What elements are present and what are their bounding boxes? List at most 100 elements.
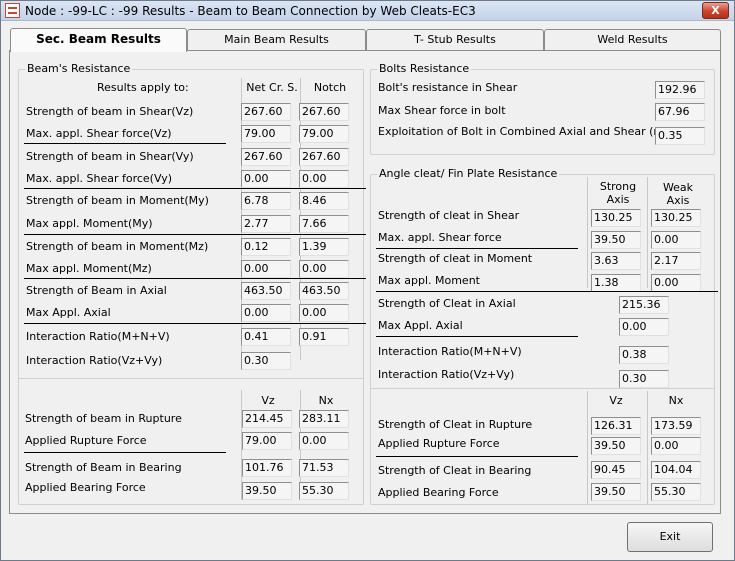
tab-sec-beam-results[interactable]: Sec. Beam Results bbox=[10, 28, 187, 52]
value-field: 173.59 bbox=[651, 417, 701, 435]
window-title: Node : -99-LC : -99 Results - Beam to Be… bbox=[25, 4, 476, 18]
row-label: Exploitation of Bolt in Combined Axial a… bbox=[378, 125, 684, 138]
value-field: 267.60 bbox=[241, 148, 291, 166]
value-field: 130.25 bbox=[651, 209, 701, 227]
value-field: 90.45 bbox=[591, 461, 641, 479]
row-label: Applied Bearing Force bbox=[25, 481, 146, 494]
value-field: 7.66 bbox=[299, 215, 349, 233]
value-field: 6.78 bbox=[241, 192, 291, 210]
value-field: 0.00 bbox=[299, 260, 349, 278]
row-label: Strength of beam in Moment(My) bbox=[26, 194, 209, 207]
row-label: Strength of Cleat in Bearing bbox=[378, 464, 532, 477]
value-field: 0.00 bbox=[651, 231, 701, 249]
value-field: 463.50 bbox=[241, 282, 291, 300]
value-field: 215.36 bbox=[619, 296, 669, 314]
row-label: Max. appl. Shear force(Vy) bbox=[26, 172, 172, 185]
cleat-resistance-group: Angle cleat/ Fin Plate Resistance Strong… bbox=[370, 167, 718, 505]
beam-resistance-title: Beam's Resistance bbox=[25, 62, 133, 75]
row-label: Strength of beam in Shear(Vy) bbox=[26, 150, 194, 163]
value-field: 0.00 bbox=[619, 318, 669, 336]
row-label: Max Shear force in bolt bbox=[378, 104, 506, 117]
header-nx: Nx bbox=[318, 394, 334, 407]
tab-t-stub-results[interactable]: T- Stub Results bbox=[366, 29, 544, 51]
value-field: 267.60 bbox=[299, 103, 349, 121]
value-field: 39.50 bbox=[242, 482, 292, 500]
value-field: 0.00 bbox=[299, 432, 349, 450]
row-label: Strength of Cleat in Axial bbox=[378, 297, 516, 310]
row-label: Interaction Ratio(M+N+V) bbox=[26, 330, 170, 343]
row-label: Max Appl. Axial bbox=[378, 319, 463, 332]
value-field: 55.30 bbox=[651, 483, 701, 501]
bolts-resistance-group: Bolts Resistance Bolt's resistance in Sh… bbox=[370, 62, 715, 155]
header-weak-axis: Weak Axis bbox=[662, 181, 694, 207]
row-label: Strength of beam in Shear(Vz) bbox=[26, 105, 194, 118]
value-field: 79.00 bbox=[242, 432, 292, 450]
value-field: 463.50 bbox=[299, 282, 349, 300]
row-label: Strength of cleat in Shear bbox=[378, 209, 520, 222]
header-net-cr-s: Net Cr. S. bbox=[246, 81, 298, 94]
row-label: Strength of beam in Moment(Mz) bbox=[26, 240, 209, 253]
value-field: 39.50 bbox=[591, 483, 641, 501]
value-field: 126.31 bbox=[591, 417, 641, 435]
exit-button[interactable]: Exit bbox=[627, 522, 713, 552]
value-field: 267.60 bbox=[241, 103, 291, 121]
value-field: 267.60 bbox=[299, 148, 349, 166]
value-field: 192.96 bbox=[655, 81, 705, 99]
header-strong-axis: Strong Axis bbox=[599, 180, 637, 206]
value-field: 0.91 bbox=[299, 328, 349, 346]
value-field: 1.38 bbox=[591, 274, 641, 292]
row-label: Max appl. Moment(Mz) bbox=[26, 262, 152, 275]
value-field: 101.76 bbox=[242, 459, 292, 477]
row-label: Max Appl. Axial bbox=[26, 306, 111, 319]
value-field: 67.96 bbox=[655, 103, 705, 121]
value-field: 0.00 bbox=[651, 437, 701, 455]
row-label: Max. appl. Shear force(Vz) bbox=[26, 127, 172, 140]
value-field: 0.00 bbox=[651, 274, 701, 292]
value-field: 214.45 bbox=[242, 410, 292, 428]
value-field: 55.30 bbox=[299, 482, 349, 500]
row-label: Strength of beam in Rupture bbox=[25, 412, 182, 425]
row-label: Strength of Beam in Bearing bbox=[25, 461, 182, 474]
header-vz: Vz bbox=[609, 394, 623, 407]
value-field: 104.04 bbox=[651, 461, 701, 479]
header-vz: Vz bbox=[261, 394, 275, 407]
tab-main-beam-results[interactable]: Main Beam Results bbox=[187, 29, 366, 51]
value-field: 283.11 bbox=[299, 410, 349, 428]
value-field: 2.77 bbox=[241, 215, 291, 233]
value-field: 0.38 bbox=[619, 346, 669, 364]
value-field: 39.50 bbox=[591, 437, 641, 455]
value-field: 0.00 bbox=[241, 260, 291, 278]
row-label: Strength of cleat in Moment bbox=[378, 252, 533, 265]
value-field: 0.00 bbox=[241, 304, 291, 322]
row-label: Strength of Beam in Axial bbox=[26, 284, 167, 297]
value-field: 39.50 bbox=[591, 231, 641, 249]
row-label: Interaction Ratio(M+N+V) bbox=[378, 345, 522, 358]
value-field: 71.53 bbox=[299, 459, 349, 477]
value-field: 0.00 bbox=[241, 170, 291, 188]
tab-weld-results[interactable]: Weld Results bbox=[544, 29, 721, 51]
beam-resistance-group: Beam's Resistance Results apply to: Net … bbox=[18, 62, 366, 505]
cleat-resistance-title: Angle cleat/ Fin Plate Resistance bbox=[377, 167, 560, 180]
row-label: Applied Rupture Force bbox=[378, 437, 500, 450]
value-field: 3.63 bbox=[591, 252, 641, 270]
row-label: Strength of Cleat in Rupture bbox=[378, 418, 533, 431]
row-label: Bolt's resistance in Shear bbox=[378, 81, 518, 94]
value-field: 130.25 bbox=[591, 209, 641, 227]
row-label: Applied Bearing Force bbox=[378, 486, 499, 499]
row-label: Max appl. Moment bbox=[378, 274, 480, 287]
row-label: Interaction Ratio(Vz+Vy) bbox=[378, 368, 515, 381]
value-field: 8.46 bbox=[299, 192, 349, 210]
results-window: Node : -99-LC : -99 Results - Beam to Be… bbox=[0, 0, 735, 561]
value-field: 0.30 bbox=[619, 370, 669, 388]
value-field: 1.39 bbox=[299, 238, 349, 256]
results-apply-label: Results apply to: bbox=[97, 81, 189, 94]
header-nx: Nx bbox=[668, 394, 684, 407]
row-label: Max. appl. Shear force bbox=[378, 231, 502, 244]
app-icon bbox=[5, 3, 20, 18]
close-button[interactable]: X bbox=[702, 2, 729, 19]
value-field: 0.35 bbox=[655, 127, 705, 145]
header-notch: Notch bbox=[313, 81, 347, 94]
row-label: Interaction Ratio(Vz+Vy) bbox=[26, 354, 163, 367]
value-field: 0.30 bbox=[241, 352, 291, 370]
value-field: 2.17 bbox=[651, 252, 701, 270]
